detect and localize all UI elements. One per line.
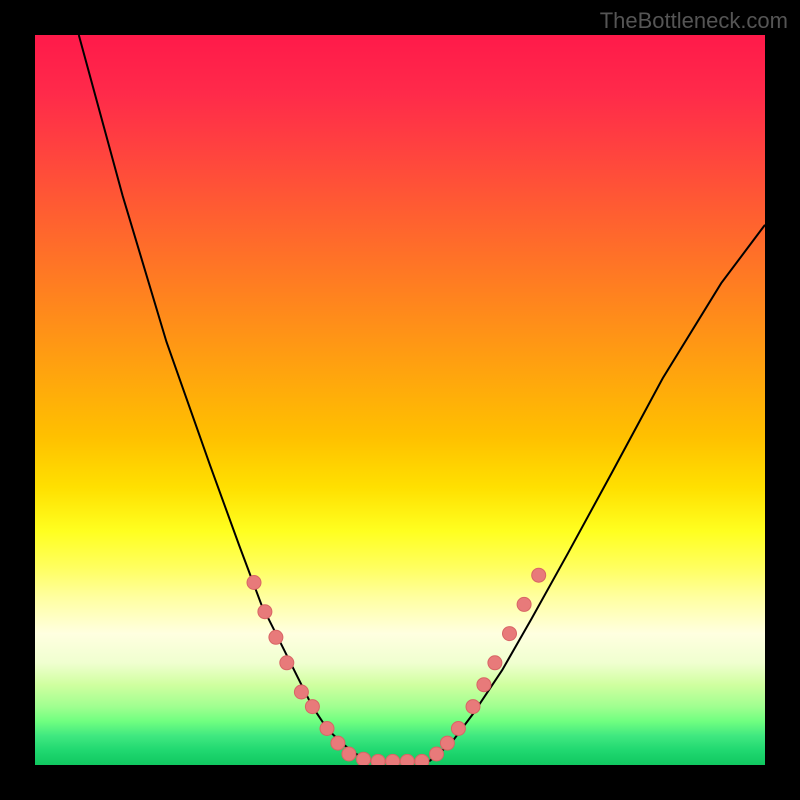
data-point-marker <box>371 754 385 765</box>
watermark-text: TheBottleneck.com <box>600 8 788 34</box>
data-point-marker <box>258 605 272 619</box>
data-point-marker <box>451 722 465 736</box>
data-point-marker <box>415 754 429 765</box>
data-point-marker <box>430 747 444 761</box>
data-point-marker <box>503 627 517 641</box>
data-point-marker <box>294 685 308 699</box>
data-point-marker <box>488 656 502 670</box>
chart-container: TheBottleneck.com <box>0 0 800 800</box>
left-curve <box>79 35 371 761</box>
data-point-marker <box>440 736 454 750</box>
data-point-marker <box>357 752 371 765</box>
data-markers <box>247 568 546 765</box>
data-point-marker <box>532 568 546 582</box>
data-point-marker <box>386 754 400 765</box>
data-point-marker <box>466 700 480 714</box>
data-point-marker <box>331 736 345 750</box>
data-point-marker <box>342 747 356 761</box>
data-point-marker <box>320 722 334 736</box>
data-point-marker <box>305 700 319 714</box>
data-point-marker <box>400 754 414 765</box>
data-point-marker <box>517 597 531 611</box>
plot-area <box>35 35 765 765</box>
data-point-marker <box>280 656 294 670</box>
data-point-marker <box>247 576 261 590</box>
chart-svg <box>35 35 765 765</box>
data-point-marker <box>477 678 491 692</box>
data-point-marker <box>269 630 283 644</box>
